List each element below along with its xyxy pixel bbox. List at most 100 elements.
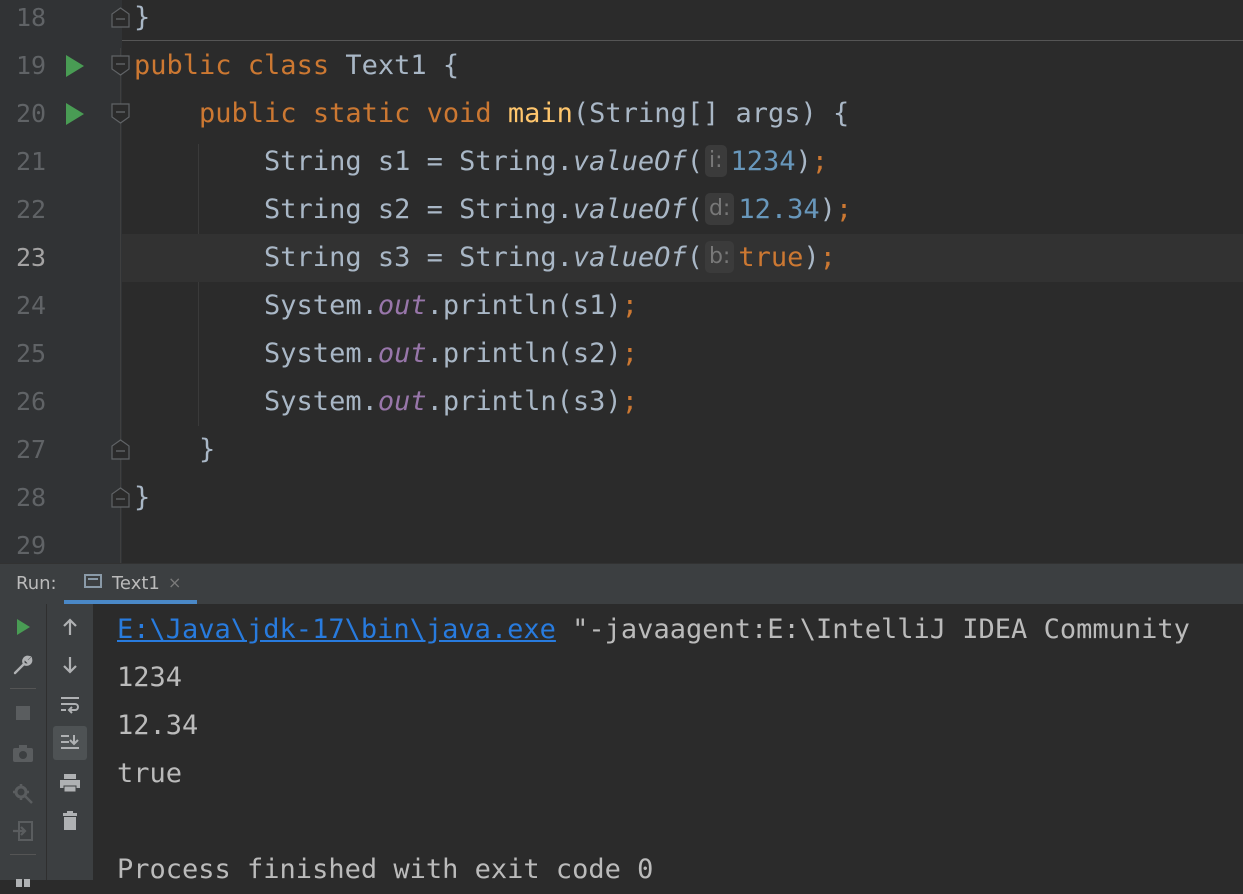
line-number[interactable]: 20: [16, 90, 56, 138]
run-tab-label: Text1: [112, 573, 160, 594]
code-token: static: [312, 98, 427, 129]
line-number[interactable]: 18: [16, 0, 56, 42]
line-number[interactable]: 27: [16, 426, 56, 474]
code-token: System.: [134, 386, 378, 417]
code-token: (String[] args) {: [572, 98, 850, 129]
line-number[interactable]: 21: [16, 138, 56, 186]
fold-end-icon[interactable]: [111, 7, 130, 28]
console-icon: [84, 574, 102, 588]
run-gutter-icon[interactable]: [66, 55, 84, 77]
code-token: ): [819, 194, 836, 225]
code-token: ;: [819, 242, 836, 273]
code-token: String s3 = String.: [134, 242, 573, 273]
fold-end-icon[interactable]: [111, 487, 130, 508]
line-number[interactable]: 28: [16, 474, 56, 522]
command-args: "-javaagent:E:\IntelliJ IDEA Community: [555, 614, 1190, 645]
code-token: 12.34: [738, 194, 820, 225]
fold-start-icon[interactable]: [111, 103, 130, 124]
code-token: ): [795, 146, 812, 177]
wrench-icon[interactable]: [6, 648, 40, 682]
layout-icon[interactable]: [6, 860, 40, 894]
code-token: public: [134, 50, 248, 81]
fold-end-icon[interactable]: [111, 439, 130, 460]
toolbar-separator: [10, 854, 36, 855]
code-line[interactable]: public static void main(String[] args) {: [134, 90, 849, 138]
run-panel-header: Run: Text1 ×: [0, 563, 1243, 604]
scroll-to-end-icon[interactable]: [53, 726, 87, 760]
code-line[interactable]: }: [134, 426, 215, 474]
arrow-down-icon[interactable]: [53, 648, 87, 682]
code-token: true: [738, 242, 804, 273]
stop-icon[interactable]: [6, 696, 40, 730]
line-number[interactable]: 22: [16, 186, 56, 234]
code-line[interactable]: System.out.println(s3);: [134, 378, 638, 426]
code-token: valueOf: [572, 194, 687, 225]
line-number[interactable]: 29: [16, 522, 56, 563]
line-number[interactable]: 23: [16, 234, 56, 282]
code-token: ;: [621, 338, 638, 369]
run-toolbar-right: [47, 604, 94, 880]
run-toolbar-left: [0, 604, 47, 887]
code-token: main: [507, 98, 573, 129]
code-token: }: [134, 2, 151, 33]
line-number[interactable]: 19: [16, 42, 56, 90]
run-gutter-icon[interactable]: [66, 103, 84, 125]
code-token: ;: [811, 146, 829, 177]
exit-message: Process finished with exit code 0: [117, 854, 654, 880]
method-separator: [122, 40, 1243, 41]
code-line[interactable]: }: [134, 0, 150, 42]
run-icon[interactable]: [6, 610, 40, 644]
parameter-hint: b:: [704, 240, 735, 273]
console-output-line: 1234: [117, 662, 183, 693]
settings-debug-icon[interactable]: [6, 776, 40, 810]
code-token: .println(s2): [426, 338, 622, 369]
code-line[interactable]: String s1 = String.valueOf(i: 1234);: [134, 138, 828, 186]
code-token: System.: [134, 338, 378, 369]
line-number[interactable]: 25: [16, 330, 56, 378]
code-line[interactable]: String s3 = String.valueOf(b: true);: [134, 234, 836, 282]
close-icon[interactable]: ×: [168, 573, 181, 592]
java-exe-link[interactable]: E:\Java\jdk-17\bin\java.exe: [117, 614, 556, 645]
code-token: out: [377, 386, 427, 417]
fold-guide: [120, 48, 121, 563]
line-number[interactable]: 24: [16, 282, 56, 330]
code-line[interactable]: System.out.println(s1);: [134, 282, 638, 330]
trash-icon[interactable]: [53, 804, 87, 838]
console-output[interactable]: E:\Java\jdk-17\bin\java.exe "-javaagent:…: [94, 604, 1243, 880]
fold-start-icon[interactable]: [111, 55, 130, 76]
run-tab-text1[interactable]: Text1 ×: [64, 564, 197, 604]
toolbar-separator: [10, 688, 36, 689]
code-token: ;: [835, 194, 853, 225]
run-label: Run:: [16, 573, 57, 594]
code-token: (: [686, 194, 703, 225]
code-token: class: [247, 50, 346, 81]
code-token: }: [134, 482, 151, 513]
line-number[interactable]: 26: [16, 378, 56, 426]
console-command-line: E:\Java\jdk-17\bin\java.exe "-javaagent:…: [117, 606, 1190, 654]
code-token: (: [686, 242, 703, 273]
code-token: .println(s3): [426, 386, 622, 417]
code-line[interactable]: System.out.println(s2);: [134, 330, 638, 378]
code-token: void: [426, 98, 508, 129]
code-line[interactable]: }: [134, 474, 150, 522]
parameter-hint: i:: [704, 144, 727, 177]
code-token: String s2 = String.: [134, 194, 573, 225]
print-icon[interactable]: [53, 766, 87, 800]
soft-wrap-icon[interactable]: [53, 688, 87, 722]
code-token: ;: [621, 290, 638, 321]
code-token: System.: [134, 290, 378, 321]
camera-icon[interactable]: [6, 736, 40, 770]
code-token: String s1 = String.: [134, 146, 573, 177]
code-editor[interactable]: 18} 19 public class Text1 { 20 public stati…: [0, 0, 1243, 563]
code-token: out: [377, 338, 427, 369]
code-token: 1234: [730, 146, 796, 177]
code-line[interactable]: public class Text1 {: [134, 42, 459, 90]
code-token: out: [377, 290, 427, 321]
login-icon[interactable]: [6, 814, 40, 848]
code-line[interactable]: String s2 = String.valueOf(d: 12.34);: [134, 186, 852, 234]
code-token: (: [686, 146, 703, 177]
code-token: public: [134, 98, 313, 129]
code-token: .println(s1): [426, 290, 622, 321]
arrow-up-icon[interactable]: [53, 610, 87, 644]
code-token: Text1 {: [345, 50, 460, 81]
